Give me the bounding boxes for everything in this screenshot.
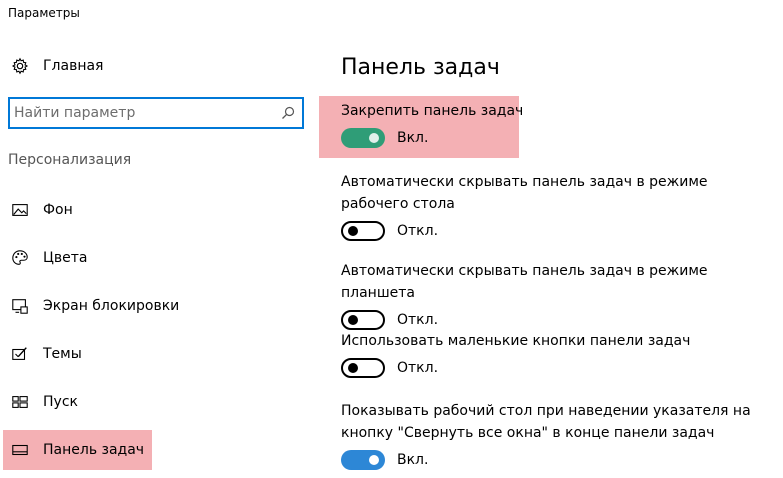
peek-desktop-toggle[interactable] xyxy=(341,450,385,470)
page-title: Панель задач xyxy=(341,55,500,80)
toggle-state: Откл. xyxy=(397,312,439,328)
setting-small-buttons: Использовать маленькие кнопки панели зад… xyxy=(341,330,773,378)
toggle-state: Вкл. xyxy=(397,130,429,146)
sidebar-item-label: Главная xyxy=(43,58,104,74)
gear-icon xyxy=(10,56,30,76)
sidebar-item-label: Пуск xyxy=(43,394,78,410)
setting-label: Закрепить панель задач xyxy=(341,103,524,119)
start-icon xyxy=(10,392,30,412)
autohide-tablet-toggle[interactable] xyxy=(341,310,385,330)
toggle-state: Откл. xyxy=(397,223,439,239)
setting-label: Автоматически скрывать панель задач в ре… xyxy=(341,263,708,301)
small-buttons-toggle[interactable] xyxy=(341,358,385,378)
setting-label: Использовать маленькие кнопки панели зад… xyxy=(341,333,691,349)
lock-screen-icon xyxy=(10,296,30,316)
sidebar-item-label: Цвета xyxy=(43,250,88,266)
section-label: Персонализация xyxy=(8,152,132,168)
image-icon xyxy=(10,200,30,220)
sidebar-item-label: Экран блокировки xyxy=(43,298,180,314)
themes-icon xyxy=(10,344,30,364)
search-icon[interactable] xyxy=(280,105,296,121)
sidebar-item-home[interactable]: Главная xyxy=(0,46,103,86)
search-box[interactable] xyxy=(8,97,304,129)
sidebar-item-start[interactable]: Пуск xyxy=(0,382,78,422)
sidebar-item-colors[interactable]: Цвета xyxy=(0,238,87,278)
setting-autohide-tablet: Автоматически скрывать панель задач в ре… xyxy=(341,260,773,330)
sidebar-item-background[interactable]: Фон xyxy=(0,190,73,230)
sidebar-item-label: Фон xyxy=(43,202,73,218)
setting-peek-desktop: Показывать рабочий стол при наведении ук… xyxy=(341,400,773,470)
sidebar-item-lock-screen[interactable]: Экран блокировки xyxy=(0,286,179,326)
setting-label: Автоматически скрывать панель задач в ре… xyxy=(341,174,708,212)
sidebar-item-taskbar[interactable]: Панель задач xyxy=(3,430,152,470)
sidebar-item-label: Темы xyxy=(43,346,82,362)
sidebar-item-themes[interactable]: Темы xyxy=(0,334,82,374)
toggle-state: Откл. xyxy=(397,360,439,376)
setting-lock-taskbar: Закрепить панель задач Вкл. xyxy=(341,100,773,148)
setting-label: Показывать рабочий стол при наведении ук… xyxy=(341,403,751,441)
sidebar-item-label: Панель задач xyxy=(43,442,145,458)
lock-taskbar-toggle[interactable] xyxy=(341,128,385,148)
palette-icon xyxy=(10,248,30,268)
search-input[interactable] xyxy=(10,105,270,121)
setting-autohide-desktop: Автоматически скрывать панель задач в ре… xyxy=(341,171,773,241)
taskbar-icon xyxy=(10,440,30,460)
sidebar: Главная Персонализация Фон Цвета Экран б… xyxy=(0,0,310,478)
toggle-state: Вкл. xyxy=(397,452,429,468)
autohide-desktop-toggle[interactable] xyxy=(341,221,385,241)
